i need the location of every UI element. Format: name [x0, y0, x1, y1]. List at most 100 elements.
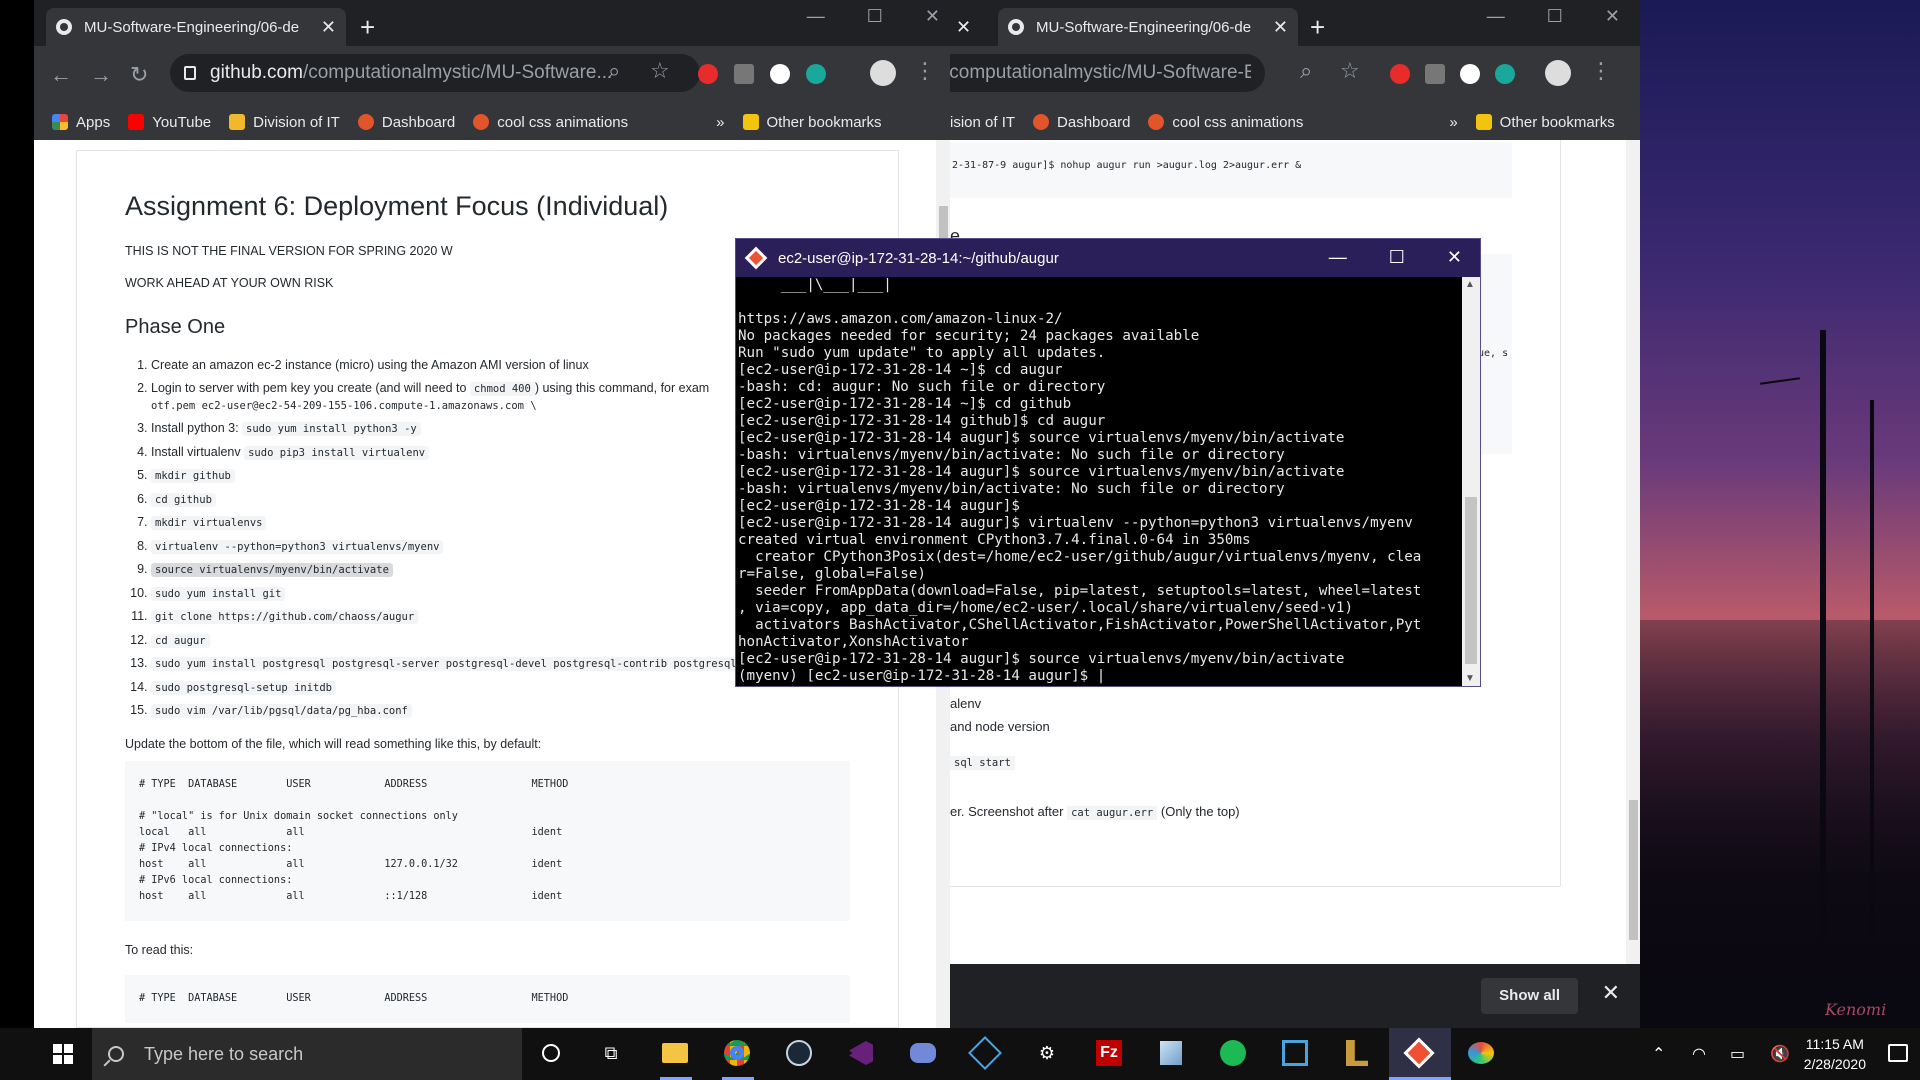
reload-icon[interactable]: ↻ [130, 62, 148, 88]
app-icon[interactable] [1280, 1038, 1310, 1068]
wallpaper-signature: Kenomi [1825, 1000, 1887, 1019]
extension-icon[interactable] [770, 64, 790, 84]
minimize-button[interactable]: — [807, 6, 825, 27]
pg-hba-new-block: # TYPE DATABASE USER ADDRESS METHOD [125, 975, 850, 1023]
list-item: and node version [950, 719, 1050, 734]
maximize-button[interactable]: ☐ [867, 6, 883, 27]
paint-icon[interactable] [1466, 1038, 1496, 1068]
close-window-button[interactable]: ✕ [925, 6, 940, 27]
cortana-icon[interactable] [536, 1038, 566, 1068]
show-all-downloads-button[interactable]: Show all [1481, 978, 1578, 1014]
tab-previous-fragment[interactable]: ✕ [950, 8, 990, 46]
avatar[interactable] [1545, 60, 1571, 86]
minimize-button[interactable]: — [1487, 6, 1505, 27]
menu-icon[interactable]: ⋮ [1590, 58, 1612, 84]
extension-icon[interactable] [806, 64, 826, 84]
league-icon[interactable] [1342, 1038, 1372, 1068]
github-icon [56, 19, 72, 35]
file-explorer-icon[interactable] [660, 1038, 690, 1068]
app-icon[interactable] [968, 1036, 1002, 1070]
windows-icon [53, 1044, 73, 1064]
maximize-button[interactable]: ☐ [1389, 247, 1405, 268]
folder-icon [1475, 114, 1492, 130]
page-title: Assignment 6: Deployment Focus (Individu… [125, 191, 669, 221]
tab-mu-software-engineering[interactable]: MU-Software-Engineering/06-de ✕ [998, 8, 1298, 46]
close-window-button[interactable]: ✕ [1605, 6, 1620, 27]
bookmark-star-icon[interactable]: ☆ [1340, 58, 1360, 84]
bookmarks-overflow[interactable]: » [1449, 114, 1457, 131]
github-icon [1008, 19, 1024, 35]
back-icon[interactable]: ← [50, 62, 72, 88]
close-icon[interactable]: ✕ [1602, 980, 1620, 1006]
bookmark-youtube[interactable]: YouTube [128, 114, 211, 131]
system-clock[interactable]: 11:15 AM 2/28/2020 [1804, 1034, 1866, 1074]
scrollbar[interactable]: ▲ ▼ [1462, 277, 1480, 686]
bookmark-apps[interactable]: Apps [52, 114, 110, 131]
extension-icon[interactable] [1425, 64, 1445, 84]
close-icon[interactable]: ✕ [1273, 17, 1288, 38]
instruction-text: To read this: [125, 943, 194, 957]
bookmark-cool-css-animations[interactable]: cool css animations [1148, 114, 1303, 131]
wifi-icon[interactable]: ◠ [1692, 1028, 1706, 1080]
extension-icon[interactable] [1495, 64, 1515, 84]
zoom-icon[interactable]: ⌕ [608, 58, 620, 84]
battery-icon[interactable]: ▭ [1730, 1028, 1745, 1080]
show-hidden-icons[interactable]: ⌃ [1652, 1028, 1665, 1080]
extension-adblock-icon[interactable] [698, 64, 718, 84]
git-bash-icon[interactable] [1403, 1037, 1435, 1069]
git-bash-icon [744, 246, 768, 270]
new-tab-button[interactable]: + [1310, 12, 1325, 43]
virtualbox-icon[interactable] [1156, 1038, 1186, 1068]
terminal-output[interactable]: ___|\___|___| https://aws.amazon.com/ama… [738, 277, 1460, 686]
tab-mu-software-engineering[interactable]: MU-Software-Engineering/06-de ✕ [46, 8, 346, 46]
scroll-up-icon[interactable]: ▲ [1465, 279, 1475, 290]
task-view-icon[interactable]: ⧉ [596, 1038, 626, 1068]
bookmarks-overflow[interactable]: » [716, 114, 724, 131]
address-bar[interactable]: /computationalmystic/MU-Software-Engi... [950, 54, 1265, 92]
chrome-icon[interactable] [722, 1038, 752, 1068]
close-icon[interactable]: ✕ [956, 17, 971, 38]
close-window-button[interactable]: ✕ [1447, 247, 1462, 268]
other-bookmarks[interactable]: Other bookmarks [1475, 114, 1615, 131]
new-tab-button[interactable]: + [360, 12, 375, 43]
address-bar[interactable]: github.com /computationalmystic/MU-Softw… [170, 54, 700, 92]
other-bookmarks[interactable]: Other bookmarks [742, 114, 882, 131]
dashboard-icon [1033, 114, 1050, 130]
discord-icon[interactable] [908, 1038, 938, 1068]
terminal-window: ec2-user@ip-172-31-28-14:~/github/augur … [735, 238, 1481, 687]
forward-icon[interactable]: → [90, 62, 112, 88]
bookmark-icon [1148, 114, 1165, 130]
bookmark-division-of-it[interactable]: ision of IT [950, 114, 1015, 131]
terminal-title: ec2-user@ip-172-31-28-14:~/github/augur [778, 249, 1059, 267]
spotify-icon[interactable] [1218, 1038, 1248, 1068]
bookmark-star-icon[interactable]: ☆ [650, 58, 670, 84]
bookmark-dashboard[interactable]: Dashboard [1033, 114, 1130, 131]
taskbar: Type here to search ⧉ ⚙ Fz ⌃ ◠ ▭ 🔇 11:15… [0, 1028, 1920, 1080]
bookmark-division-of-it[interactable]: Division of IT [229, 114, 340, 131]
scroll-down-icon[interactable]: ▼ [1465, 673, 1475, 684]
filezilla-icon[interactable]: Fz [1094, 1038, 1124, 1068]
volume-muted-icon[interactable]: 🔇 [1770, 1028, 1790, 1080]
bookmark-cool-css-animations[interactable]: cool css animations [473, 114, 628, 131]
taskbar-search[interactable]: Type here to search [92, 1028, 522, 1080]
youtube-icon [128, 114, 145, 130]
extension-adblock-icon[interactable] [1390, 64, 1410, 84]
screenshot-instruction: er. Screenshot after cat augur.err (Only… [950, 804, 1240, 820]
menu-icon[interactable]: ⋮ [914, 58, 936, 84]
settings-gear-icon[interactable]: ⚙ [1032, 1038, 1062, 1068]
steam-icon[interactable] [784, 1038, 814, 1068]
close-icon[interactable]: ✕ [321, 17, 336, 38]
extension-icon[interactable] [1460, 64, 1480, 84]
start-button[interactable] [34, 1028, 92, 1080]
code-block: 2-31-87-9 augur]$ nohup augur run >augur… [950, 142, 1512, 198]
maximize-button[interactable]: ☐ [1547, 6, 1563, 27]
extension-icon[interactable] [734, 64, 754, 84]
bookmark-dashboard[interactable]: Dashboard [357, 114, 455, 131]
zoom-icon[interactable]: ⌕ [1300, 58, 1312, 84]
notifications-icon[interactable] [1888, 1044, 1908, 1062]
minimize-button[interactable]: — [1329, 247, 1347, 268]
scrollbar[interactable] [1626, 140, 1640, 964]
bookmark-icon [473, 114, 490, 130]
avatar[interactable] [870, 60, 896, 86]
visual-studio-icon[interactable] [846, 1038, 876, 1068]
